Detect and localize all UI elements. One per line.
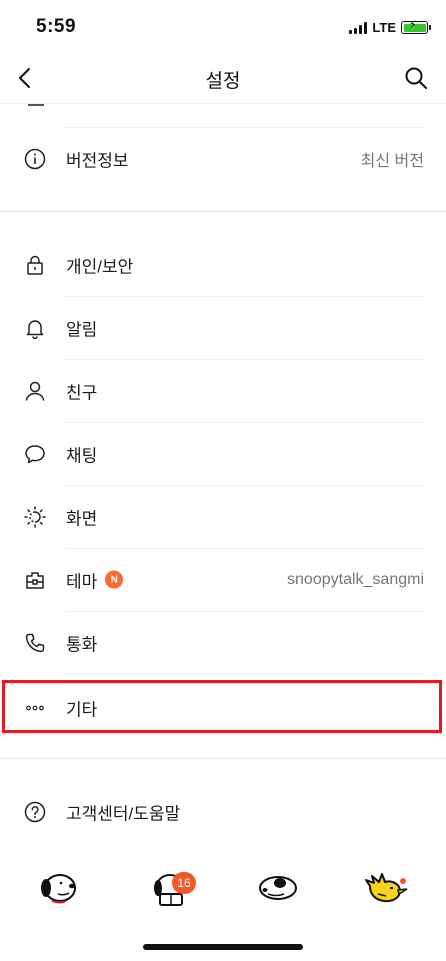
woodstock-icon: [365, 873, 408, 903]
status-indicators: LTE ⚡: [349, 20, 431, 35]
brightness-icon: [24, 505, 46, 528]
speech-bubble-icon: [24, 443, 46, 465]
signal-icon: [349, 21, 368, 34]
status-bar: 5:59 LTE ⚡: [0, 0, 446, 52]
partial-row-icon: [28, 104, 44, 106]
search-icon[interactable]: [404, 66, 428, 90]
page-title: 설정: [205, 71, 241, 92]
friends-tab[interactable]: [28, 858, 88, 918]
menu-item-label: 개인/보안: [66, 257, 134, 276]
menu-item-help[interactable]: 고객센터/도움말: [0, 780, 446, 843]
version-info-value: 최신 버전: [360, 152, 424, 170]
highlight-box: [2, 680, 442, 733]
chats-tab[interactable]: 16: [140, 858, 200, 918]
nav-bar: 설정: [0, 52, 446, 104]
tab-bar: 16: [0, 858, 446, 926]
row-divider: [66, 674, 424, 675]
bell-icon: [24, 317, 46, 339]
menu-item-notifications[interactable]: 알림: [0, 296, 446, 359]
info-circle-icon: [24, 148, 46, 170]
menu-item-theme[interactable]: 테마 N snoopytalk_sangmi: [0, 548, 446, 611]
menu-item-calls[interactable]: 통화: [0, 611, 446, 674]
snoopy-lying-icon: [259, 876, 297, 900]
menu-item-chats[interactable]: 채팅: [0, 422, 446, 485]
menu-item-friends[interactable]: 친구: [0, 359, 446, 422]
phone-icon: [24, 632, 46, 654]
theme-bag-icon: [24, 569, 46, 591]
status-time: 5:59: [36, 16, 77, 37]
theme-value: snoopytalk_sangmi: [287, 570, 424, 588]
network-type: LTE: [372, 20, 396, 35]
theme-label: 테마: [66, 572, 98, 591]
person-icon: [24, 380, 46, 402]
version-info-row[interactable]: 버전정보 최신 버전: [0, 127, 446, 190]
menu-item-label: 테마 N: [66, 567, 124, 592]
new-badge: N: [105, 570, 124, 589]
section-divider: [0, 758, 446, 759]
home-indicator[interactable]: [143, 944, 303, 950]
snoopy-face-icon: [41, 874, 76, 904]
more-tab[interactable]: [356, 858, 416, 918]
section-divider: [0, 211, 446, 212]
menu-item-label: 화면: [66, 509, 98, 528]
view-tab[interactable]: [248, 858, 308, 918]
menu-item-label: 채팅: [66, 446, 98, 465]
menu-item-display[interactable]: 화면: [0, 485, 446, 548]
lock-icon: [24, 254, 46, 276]
version-info-label: 버전정보: [66, 151, 129, 170]
menu-item-label: 고객센터/도움말: [66, 804, 181, 823]
menu-item-privacy[interactable]: 개인/보안: [0, 233, 446, 296]
question-circle-icon: [24, 801, 46, 823]
menu-item-label: 통화: [66, 635, 98, 654]
menu-item-label: 친구: [66, 383, 98, 402]
unread-count-badge: 16: [172, 872, 196, 894]
battery-icon: ⚡: [401, 20, 431, 34]
new-dot-badge: [400, 878, 406, 884]
menu-item-label: 알림: [66, 320, 98, 339]
